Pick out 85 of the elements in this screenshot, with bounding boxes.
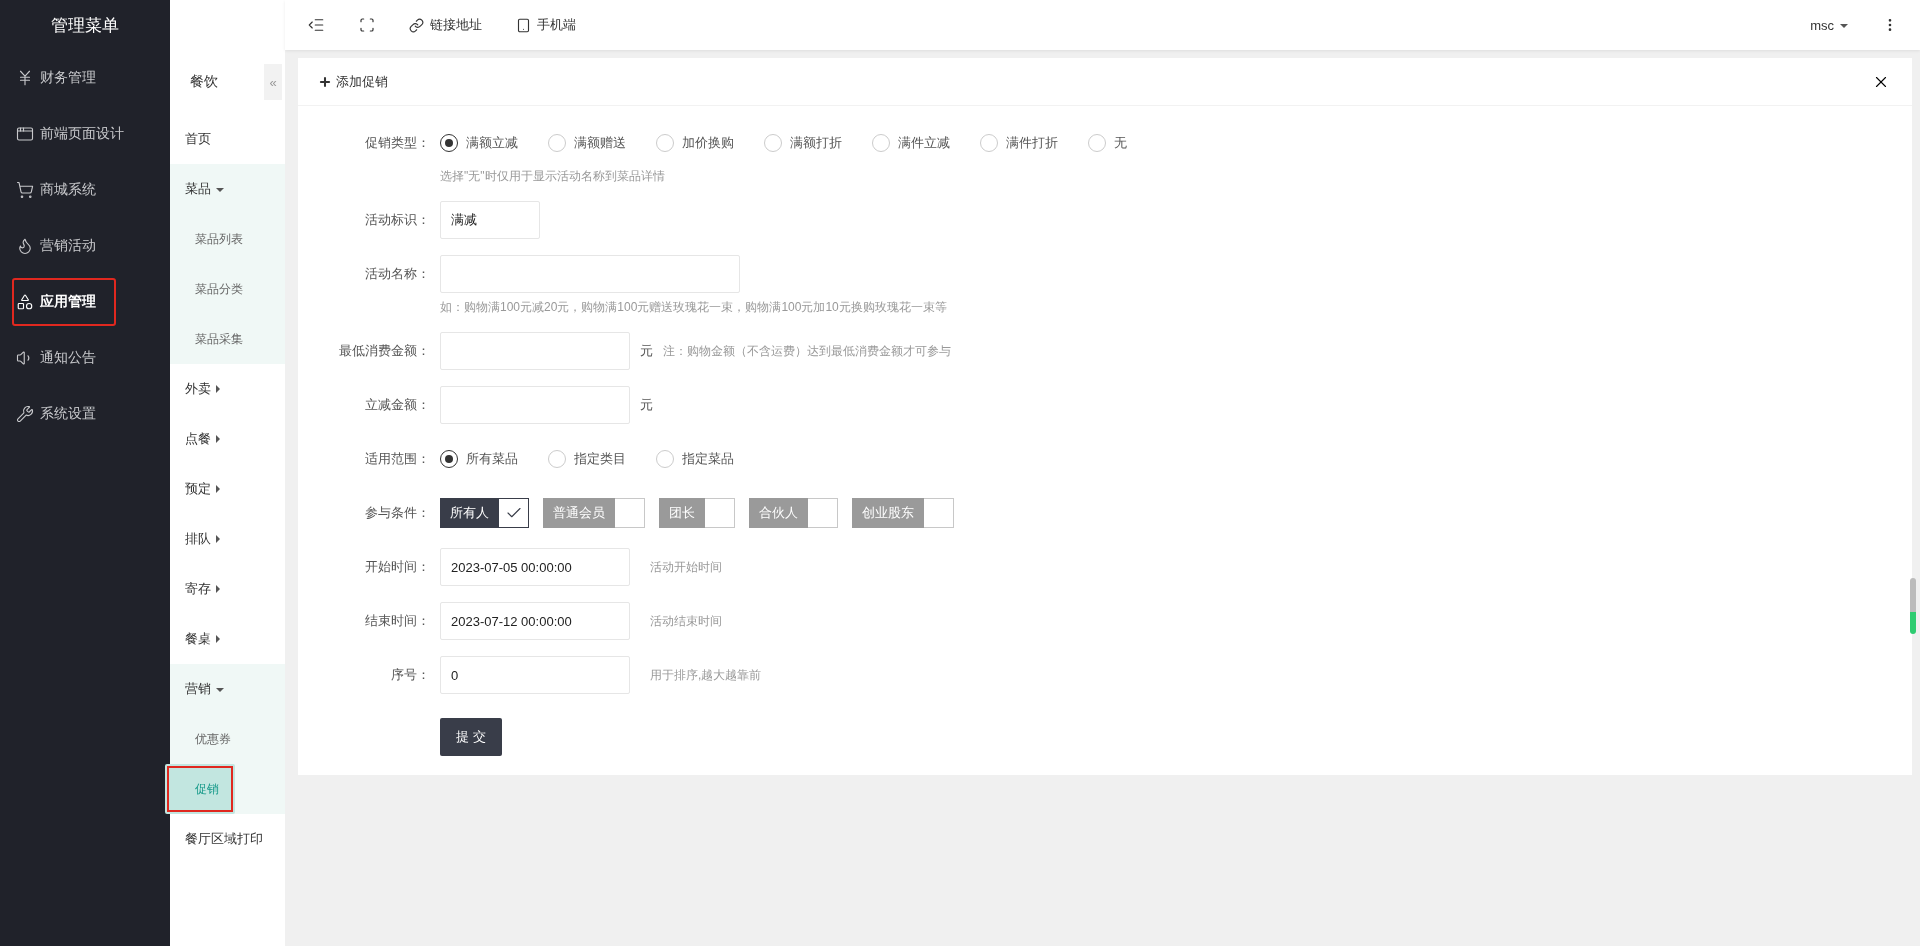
wrench-icon (16, 405, 34, 423)
field-label: 序号： (390, 666, 431, 684)
nav-item[interactable]: 预定 (170, 464, 285, 514)
caret-icon (216, 635, 220, 643)
field-label: 适用范围： (364, 450, 431, 468)
fullscreen-icon (359, 17, 375, 33)
input-field[interactable]: 2023-07-05 00:00:00 (440, 548, 630, 586)
flame-icon (16, 237, 34, 255)
tablet-icon (516, 17, 531, 33)
caret-icon (1840, 24, 1848, 28)
nav-item[interactable]: 菜品 (170, 164, 285, 214)
sidebar-item[interactable]: 应用管理 (12, 278, 116, 326)
radio-option[interactable]: 满额立减 (440, 134, 518, 152)
plus-icon (318, 74, 332, 89)
sidebar-item[interactable]: 通知公告 (12, 330, 158, 386)
sidebar-item[interactable]: 商城系统 (12, 162, 158, 218)
field-label: 促销类型： (364, 134, 431, 152)
radio-option[interactable]: 加价换购 (656, 134, 734, 152)
field-label: 结束时间： (364, 612, 431, 630)
scrollbar[interactable] (1910, 578, 1916, 634)
nav-item[interactable]: 首页 (170, 114, 285, 164)
nav-item[interactable]: 营销 (170, 664, 285, 714)
nav-subitem[interactable]: 优惠券 (170, 714, 285, 764)
caret-icon (216, 535, 220, 543)
nav-item[interactable]: 外卖 (170, 364, 285, 414)
nav-item[interactable]: 寄存 (170, 564, 285, 614)
radio-option[interactable]: 指定类目 (548, 450, 626, 468)
radio-option[interactable]: 满额打折 (764, 134, 842, 152)
sidebar-item[interactable]: 前端页面设计 (12, 106, 158, 162)
top-link[interactable]: 手机端 (504, 10, 588, 40)
hint-text: 用于排序,越大越靠前 (650, 666, 762, 684)
field-label: 最低消费金额： (338, 342, 431, 360)
caret-icon (216, 385, 220, 393)
checkbox-label[interactable]: 所有人 (440, 498, 499, 528)
input-field[interactable]: 2023-07-12 00:00:00 (440, 602, 630, 640)
cart-icon (16, 181, 34, 199)
unit-text: 元 (640, 396, 653, 414)
user-menu[interactable]: msc (1798, 11, 1860, 39)
caret-icon (216, 435, 220, 443)
nav-item[interactable]: 餐桌 (170, 614, 285, 664)
unit-text: 元 (640, 342, 653, 360)
nav-subitem[interactable]: 菜品采集 (170, 314, 285, 364)
shapes-icon (16, 293, 34, 311)
menu-icon (307, 16, 325, 34)
hint-text: 活动开始时间 (650, 558, 722, 576)
section-title: 餐饮 (190, 73, 218, 91)
sidebar-item[interactable]: 财务管理 (12, 50, 158, 106)
nav-item[interactable]: 排队 (170, 514, 285, 564)
radio-option[interactable]: 满件立减 (872, 134, 950, 152)
sidebar-title: 管理菜单 (50, 14, 120, 37)
field-label: 活动名称： (364, 265, 431, 283)
nav-item[interactable]: 点餐 (170, 414, 285, 464)
radio-option[interactable]: 所有菜品 (440, 450, 518, 468)
link-icon (409, 17, 424, 33)
radio-option[interactable]: 满件打折 (980, 134, 1058, 152)
nav-subitem[interactable]: 菜品列表 (170, 214, 285, 264)
radio-option[interactable]: 满额赠送 (548, 134, 626, 152)
input-field[interactable] (440, 386, 630, 424)
field-label: 活动标识： (364, 211, 431, 229)
hint-text: 如：购物满100元减20元，购物满100元赠送玫瑰花一束，购物满100元加10元换购玫瑰花一束等 (440, 299, 947, 316)
field-label: 开始时间： (364, 558, 431, 576)
caret-icon (216, 688, 224, 692)
sidebar-item[interactable]: 营销活动 (12, 218, 158, 274)
field-label: 立减金额： (364, 396, 431, 414)
nav-item[interactable]: 餐厅区域打印 (170, 814, 285, 864)
radio-option[interactable]: 指定菜品 (656, 450, 734, 468)
checkbox[interactable] (499, 498, 529, 528)
input-field[interactable] (440, 255, 740, 293)
top-link[interactable]: 链接地址 (397, 10, 494, 40)
card-title: 添加促销 (318, 72, 388, 91)
nav-subitem[interactable]: 菜品分类 (170, 264, 285, 314)
input-field[interactable]: 满减 (440, 201, 540, 239)
caret-icon (216, 188, 224, 192)
caret-icon (216, 485, 220, 493)
window-icon (16, 125, 34, 143)
caret-icon (216, 585, 220, 593)
radio-option[interactable]: 无 (1088, 134, 1127, 152)
input-field[interactable]: 0 (440, 656, 630, 694)
hint-text: 注：购物金额（不含运费）达到最低消费金额才可参与 (663, 342, 951, 360)
sidebar-item[interactable]: 系统设置 (12, 386, 158, 442)
submit-button[interactable]: 提 交 (440, 718, 502, 756)
hint-text: 活动结束时间 (650, 612, 722, 630)
field-label: 参与条件： (364, 504, 431, 522)
hint-text: 选择"无"时仅用于显示活动名称到菜品详情 (440, 168, 666, 185)
input-field[interactable] (440, 332, 630, 370)
